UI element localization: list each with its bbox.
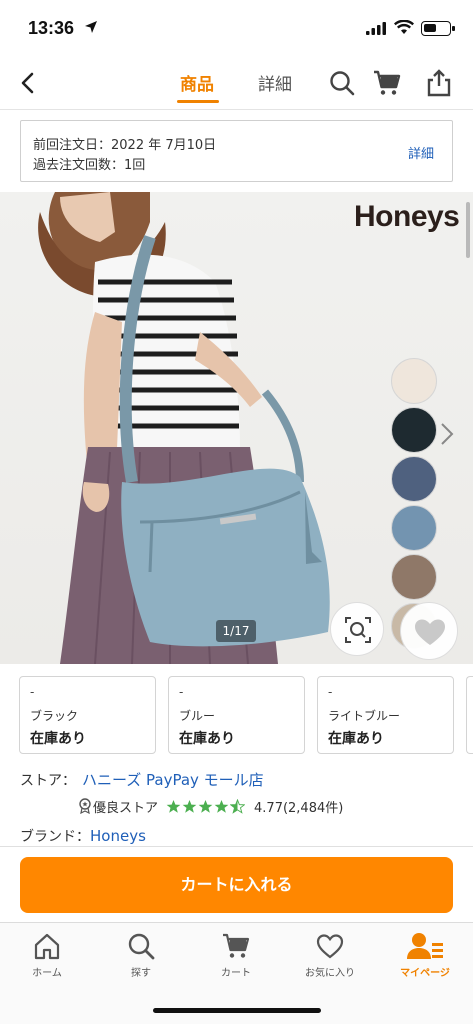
color-swatch-3[interactable] [391, 456, 437, 502]
variant-list: - ブラック 在庫あり - ブルー 在庫あり - ライトブルー 在庫あり [0, 676, 473, 756]
favorite-button[interactable] [400, 602, 458, 660]
color-swatch-4[interactable] [391, 505, 437, 551]
excellent-store-badge: 優良ストア [93, 800, 159, 816]
share-icon[interactable] [424, 68, 454, 98]
last-order-banner: 前回注文日：2022 年 7月10日 過去注文回数：1回 詳細 [20, 120, 453, 182]
variant-dash: - [30, 685, 35, 699]
tab-favorites[interactable]: お気に入り [290, 931, 370, 991]
star-icon [214, 799, 229, 813]
tab-label: カート [221, 968, 251, 979]
product-image-carousel[interactable]: Honeys 1/17 [0, 192, 473, 664]
tab-mypage[interactable]: マイページ [385, 931, 465, 991]
variant-stock: 在庫あり [179, 731, 235, 747]
cellular-signal-icon [366, 22, 386, 35]
half-star-icon [230, 798, 246, 814]
heart-icon [316, 934, 344, 959]
status-bar: 13:36 [0, 0, 473, 56]
rating-stars [166, 798, 246, 814]
brand-label: ブランド： [20, 829, 90, 845]
order-count: 過去注文回数：1回 [33, 158, 146, 173]
variant-name: ブラック [30, 709, 79, 723]
star-icon [182, 799, 197, 813]
variant-dash: - [179, 685, 184, 699]
home-indicator [153, 1008, 321, 1013]
last-order-date: 前回注文日：2022 年 7月10日 [33, 138, 217, 153]
brand-row: ブランド：Honeys [20, 826, 146, 846]
color-swatch-5[interactable] [391, 554, 437, 600]
tab-active-indicator [177, 100, 219, 103]
nav-header: 商品 詳細 [0, 56, 473, 110]
star-icon [166, 799, 181, 813]
image-search-button[interactable] [330, 602, 384, 656]
variant-stock: 在庫あり [30, 731, 86, 747]
swatch-next-chevron-icon[interactable] [438, 420, 456, 448]
variant-stock: 在庫あり [328, 731, 384, 747]
back-chevron-icon[interactable] [16, 70, 42, 96]
page-scrollbar[interactable] [466, 202, 470, 258]
store-label: ストア： [20, 773, 76, 789]
excellent-store-badge-icon [79, 798, 91, 814]
add-to-cart-button[interactable]: カートに入れる [20, 857, 453, 913]
tab-goods[interactable]: 商品 [180, 70, 214, 95]
color-swatch-1[interactable] [391, 358, 437, 404]
store-row: ストア： ハニーズ PayPay モール店 [20, 769, 264, 790]
location-arrow-icon [85, 21, 97, 33]
rating-score: 4.77(2,484件) [254, 800, 344, 816]
tab-label: マイページ [400, 968, 450, 979]
search-icon[interactable] [327, 68, 357, 98]
status-time: 13:36 [28, 18, 75, 38]
image-counter: 1/17 [216, 620, 256, 642]
variant-card-partial[interactable] [466, 676, 473, 754]
variant-name: ライトブルー [328, 709, 401, 723]
variant-card[interactable]: - ブラック 在庫あり [19, 676, 156, 754]
tab-label: ホーム [32, 968, 62, 979]
star-icon [198, 799, 213, 813]
order-detail-link[interactable]: 詳細 [408, 143, 434, 162]
tab-detail[interactable]: 詳細 [258, 70, 292, 95]
tab-home[interactable]: ホーム [7, 931, 87, 991]
variant-card[interactable]: - ブルー 在庫あり [168, 676, 305, 754]
home-icon [34, 933, 60, 960]
tab-cart[interactable]: カート [196, 931, 276, 991]
cart-icon[interactable] [372, 68, 402, 98]
tab-label: 探す [131, 968, 151, 979]
wifi-icon [394, 20, 414, 34]
variant-dash: - [328, 685, 333, 699]
user-icon [407, 933, 443, 959]
cart-icon [223, 933, 250, 958]
store-rating: 優良ストア 4.77(2,484件) [78, 795, 343, 817]
battery-icon [421, 21, 455, 36]
store-link[interactable]: ハニーズ PayPay モール店 [82, 771, 264, 789]
search-icon [128, 933, 155, 960]
brand-logo: Honeys [354, 200, 460, 233]
tab-search[interactable]: 探す [101, 931, 181, 991]
heart-icon [415, 619, 445, 645]
variant-card[interactable]: - ライトブルー 在庫あり [317, 676, 454, 754]
image-search-icon [345, 617, 371, 643]
color-swatch-2[interactable] [391, 407, 437, 453]
variant-name: ブルー [179, 709, 216, 723]
tab-label: お気に入り [305, 968, 355, 979]
cart-bar: カートに入れる [0, 846, 473, 922]
brand-link[interactable]: Honeys [90, 827, 146, 845]
